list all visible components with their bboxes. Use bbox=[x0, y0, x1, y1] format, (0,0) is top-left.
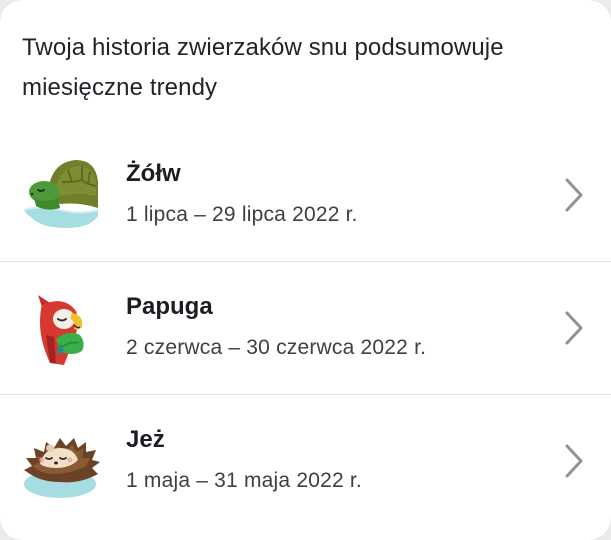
chevron-right-icon bbox=[565, 311, 583, 345]
turtle-icon bbox=[23, 160, 99, 228]
list-item-hedgehog[interactable]: Jeż 1 maja – 31 maja 2022 r. bbox=[0, 396, 611, 528]
item-name: Jeż bbox=[126, 426, 165, 453]
item-dates: 2 czerwca – 30 czerwca 2022 r. bbox=[126, 336, 427, 359]
chevron-right-icon bbox=[565, 444, 583, 478]
item-dates: 1 lipca – 29 lipca 2022 r. bbox=[126, 203, 358, 226]
item-name: Papuga bbox=[126, 293, 213, 320]
parrot-icon bbox=[38, 295, 84, 365]
divider bbox=[0, 394, 611, 395]
divider bbox=[0, 261, 611, 262]
chevron-right-icon bbox=[565, 178, 583, 212]
list-item-turtle[interactable]: Żółw 1 lipca – 29 lipca 2022 r. bbox=[0, 130, 611, 262]
list-item-parrot[interactable]: Papuga 2 czerwca – 30 czerwca 2022 r. bbox=[0, 263, 611, 395]
item-dates: 1 maja – 31 maja 2022 r. bbox=[126, 469, 362, 492]
sleep-animal-history-card: Twoja historia zwierzaków snu podsumowuj… bbox=[0, 0, 611, 540]
intro-text: Twoja historia zwierzaków snu podsumowuj… bbox=[22, 34, 504, 101]
hedgehog-icon bbox=[24, 438, 100, 498]
item-name: Żółw bbox=[126, 160, 181, 187]
